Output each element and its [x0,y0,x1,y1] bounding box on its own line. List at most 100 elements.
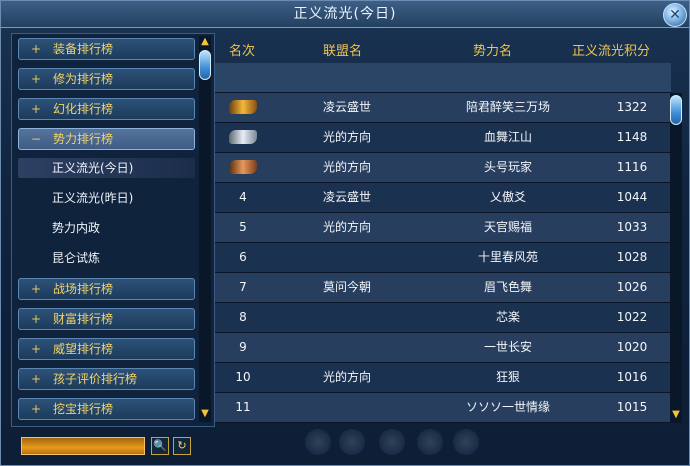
nav-item-label: 幻化排行榜 [53,102,114,116]
nav-item-treasure[interactable]: + 挖宝排行榜 [18,398,195,420]
rank-medal-icon [215,123,271,152]
rank-cell: 8 [239,310,247,324]
nav-item-label: 威望排行榜 [53,342,114,356]
expand-icon: + [31,342,42,356]
nav-item-equipment[interactable]: + 装备排行榜 [18,38,195,60]
alliance-cell [271,303,423,332]
expand-icon: + [31,282,42,296]
force-cell: 一世长安 [483,340,532,354]
expand-icon: + [31,72,42,86]
expand-icon: + [31,402,42,416]
decorative-emblem [453,429,479,455]
force-cell: 芯楽 [495,310,520,324]
score-cell: 1028 [616,250,648,264]
nav-item-prestige[interactable]: + 威望排行榜 [18,338,195,360]
table-row[interactable]: 9 一世长安 1020 [215,333,671,363]
scroll-up-icon[interactable]: ▲ [199,36,211,48]
window-title: 正义流光(今日) [293,6,397,22]
force-cell: 狂狠 [495,370,520,384]
rank-cell: 7 [239,280,247,294]
header-alliance: 联盟名 [323,44,363,59]
nav-scrollbar[interactable]: ▲ ▼ [199,36,211,422]
score-cell: 1016 [616,370,648,384]
scroll-down-icon[interactable]: ▼ [670,409,682,421]
force-cell: 十里春风苑 [477,250,538,264]
subitem-justice-today[interactable]: 正义流光(今日) [18,158,195,178]
nav-scroll-thumb[interactable] [199,50,211,80]
bronze-beast-icon [229,160,257,174]
ranking-table: 名次 联盟名 势力名 正义流光积分 凌云盛世 陪君醉笑三万场 1322 光的方向 血舞江… [215,33,685,425]
table-row[interactable]: 光的方向 头号玩家 1116 [215,153,671,183]
scroll-down-icon[interactable]: ▼ [199,408,211,420]
table-row[interactable]: 4 凌云盛世 乂傲爻 1044 [215,183,671,213]
refresh-icon[interactable]: ↻ [173,437,191,455]
rank-medal-icon [215,153,271,182]
rank-cell: 5 [239,220,247,234]
table-row[interactable]: 5 光的方向 天官赐福 1033 [215,213,671,243]
table-row[interactable]: 光的方向 血舞江山 1148 [215,123,671,153]
expand-icon: + [31,42,42,56]
decorative-emblem [379,429,405,455]
decorative-emblem [339,429,365,455]
table-row[interactable]: 11 ソソソ一世情缘 1015 [215,393,671,423]
close-icon[interactable]: ✕ [663,3,687,27]
search-input[interactable] [21,437,145,455]
rank-cell: 10 [235,370,251,384]
header-force: 势力名 [473,44,513,59]
table-row[interactable]: 10 光的方向 狂狠 1016 [215,363,671,393]
score-cell: 1116 [616,160,648,174]
score-cell: 1026 [616,280,648,294]
table-body: 凌云盛世 陪君醉笑三万场 1322 光的方向 血舞江山 1148 光的方向 头号玩家 1116 4… [215,63,671,423]
nav-item-cultivation[interactable]: + 修为排行榜 [18,68,195,90]
alliance-cell: 凌云盛世 [322,100,371,114]
nav-item-label: 装备排行榜 [53,42,114,56]
alliance-cell [271,393,423,422]
search-icon[interactable]: 🔍 [151,437,169,455]
subitem-kunlun-trial[interactable]: 昆仑试炼 [52,248,100,268]
rank-cell: 11 [235,400,251,414]
nav-item-transform[interactable]: + 幻化排行榜 [18,98,195,120]
ranking-nav-panel: + 装备排行榜 + 修为排行榜 + 幻化排行榜 − 势力排行榜 正义流光(今日)… [11,33,215,427]
score-cell: 1148 [616,130,648,144]
rank-medal-icon [215,93,271,122]
collapse-icon: − [31,132,42,146]
table-row[interactable]: 8 芯楽 1022 [215,303,671,333]
score-cell: 1322 [616,100,648,114]
expand-icon: + [31,102,42,116]
rank-cell: 9 [239,340,247,354]
nav-item-children[interactable]: + 孩子评价排行榜 [18,368,195,390]
nav-item-label: 财富排行榜 [53,312,114,326]
force-cell: 头号玩家 [483,160,532,174]
nav-item-battlefield[interactable]: + 战场排行榜 [18,278,195,300]
table-scrollbar[interactable]: ▼ [670,93,682,423]
nav-item-label: 孩子评价排行榜 [53,372,138,386]
header-rank: 名次 [229,44,256,59]
table-row[interactable]: 凌云盛世 陪君醉笑三万场 1322 [215,93,671,123]
subitem-force-affairs[interactable]: 势力内政 [52,218,100,238]
rank-cell: 4 [239,190,247,204]
nav-item-label: 修为排行榜 [53,72,114,86]
nav-item-force[interactable]: − 势力排行榜 [18,128,195,150]
silver-beast-icon [229,130,257,144]
nav-item-wealth[interactable]: + 财富排行榜 [18,308,195,330]
alliance-cell: 光的方向 [322,130,371,144]
force-cell: 血舞江山 [483,130,532,144]
table-header: 名次 联盟名 势力名 正义流光积分 [215,33,671,63]
alliance-cell: 光的方向 [322,370,371,384]
gold-beast-icon [229,100,257,114]
force-cell: ソソソ一世情缘 [465,400,550,414]
rank-cell: 6 [239,250,247,264]
nav-item-label: 势力排行榜 [53,132,114,146]
table-row[interactable]: 7 莫问今朝 眉飞色舞 1026 [215,273,671,303]
force-cell: 天官赐福 [483,220,532,234]
subitem-justice-yesterday[interactable]: 正义流光(昨日) [52,188,133,208]
table-scroll-thumb[interactable] [670,95,682,125]
alliance-cell: 凌云盛世 [322,190,371,204]
score-cell: 1015 [616,400,648,414]
score-cell: 1020 [616,340,648,354]
table-row[interactable]: 6 十里春风苑 1028 [215,243,671,273]
alliance-cell [271,333,423,362]
alliance-cell [271,243,423,272]
nav-item-label: 战场排行榜 [53,282,114,296]
force-cell: 眉飞色舞 [483,280,532,294]
